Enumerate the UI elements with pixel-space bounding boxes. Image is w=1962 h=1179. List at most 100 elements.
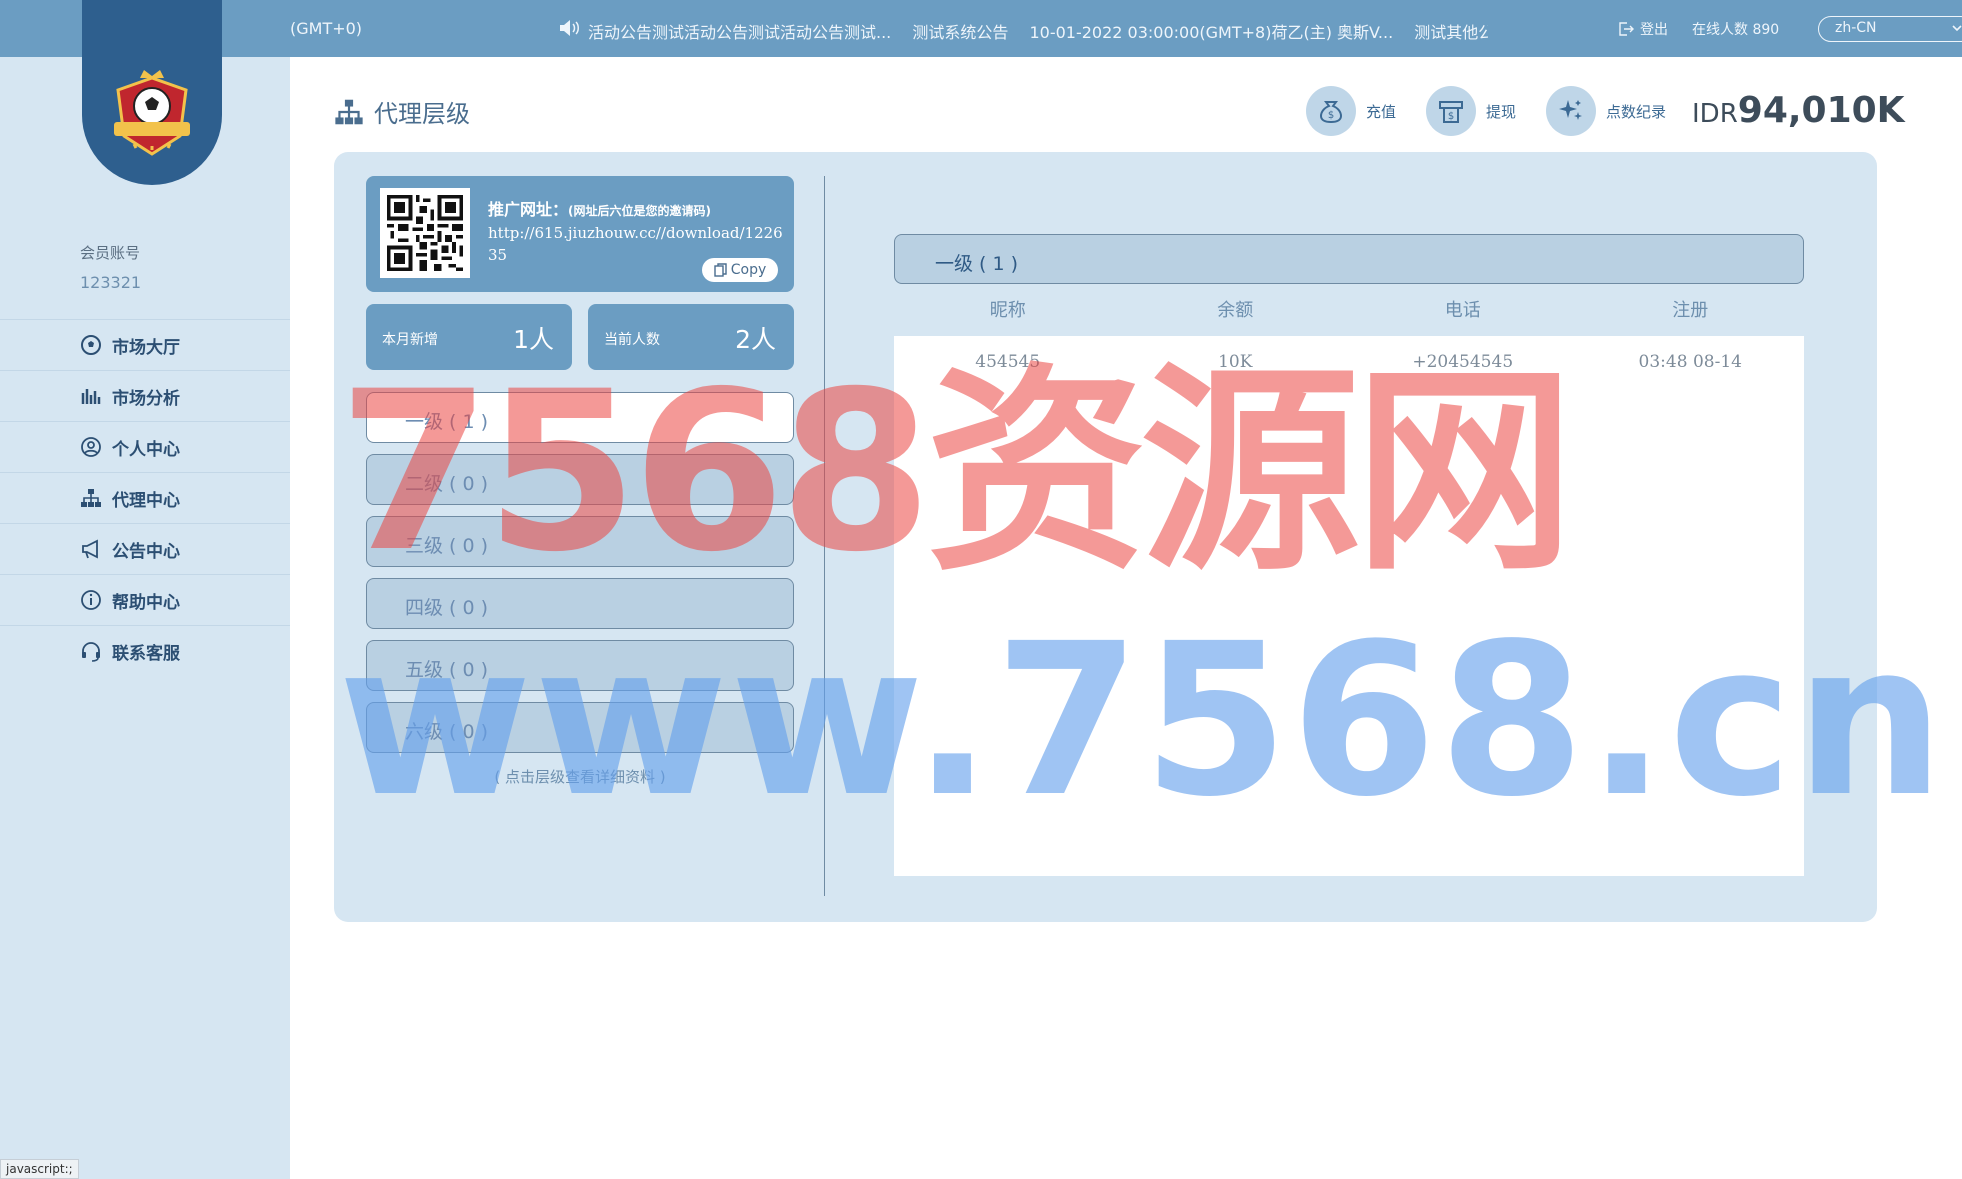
copy-label: Copy [730,262,767,278]
online-count: 在线人数 890 [1692,22,1780,38]
sidebar-item-label: 个人中心 [112,439,180,460]
page-title-text: 代理层级 [374,100,470,128]
soccer-crest-logo-icon [114,70,190,156]
column-balance: 余额 [1217,300,1254,321]
qr-code-icon [387,195,463,271]
table-body: 454545 10K +20454545 03:48 08-14 [894,336,1804,876]
member-account-label: 会员账号 [80,244,141,262]
sidebar-item-help-center[interactable]: 帮助中心 [0,574,290,625]
table-row[interactable]: 454545 10K +20454545 03:48 08-14 [894,336,1804,372]
deposit-label: 充值 [1366,102,1397,121]
svg-text:$: $ [1328,110,1334,121]
announcement-item[interactable]: 10-01-2022 03:00:00(GMT+8)荷乙(主) 奥斯V... [1029,23,1393,42]
promo-title: 推广网址：(网址后六位是您的邀请码) [488,196,711,220]
logout-icon [1619,22,1634,36]
level-6-button[interactable]: 六级 ( 0 ) [366,702,794,753]
table-header: 昵称 余额 电话 注册 [894,296,1804,322]
megaphone-icon [82,539,98,559]
points-record-button[interactable]: 点数纪录 [1546,86,1666,136]
speaker-icon [560,20,579,36]
level-4-button[interactable]: 四级 ( 0 ) [366,578,794,629]
copy-button[interactable]: Copy [702,258,778,282]
top-bar: (GMT+0) 活动公告测试活动公告测试活动公告测试... 测试系统公告 10-… [0,0,1962,57]
account-balance: IDR94,010K [1692,90,1905,131]
stat-current-value: 2人 [735,325,776,354]
bar-chart-icon [81,389,101,404]
cell-balance: 10K [1218,352,1253,372]
promo-subtitle: (网址后六位是您的邀请码) [568,204,711,218]
cell-register: 03:48 08-14 [1638,352,1742,372]
cell-nickname: 454545 [975,352,1041,372]
stat-month-new-value: 1人 [513,325,554,354]
sidebar-item-label: 公告中心 [112,541,180,562]
withdraw-label: 提现 [1486,102,1517,121]
language-select[interactable]: zh-CN [1818,16,1962,42]
promo-title-text: 推广网址： [488,200,569,219]
sidebar: 会员账号 123321 市场大厅 市场分析 个人中心 代理中心 公告中心 帮助中… [0,57,290,1179]
balance-amount: 94,010K [1737,90,1905,131]
withdraw-icon-circle: $ [1426,86,1477,136]
timezone-label: (GMT+0) [290,19,363,38]
stat-current-label: 当前人数 [604,332,660,348]
panel-divider [824,176,825,896]
sidebar-item-label: 市场分析 [112,388,180,409]
balance-currency: IDR [1692,99,1738,129]
sidebar-item-label: 帮助中心 [112,592,180,613]
column-phone: 电话 [1444,300,1481,321]
sidebar-item-market-analysis[interactable]: 市场分析 [0,370,290,421]
announcement-item[interactable]: 测试其他公告 [1414,23,1488,42]
stat-current-count: 当前人数 2人 [588,304,794,370]
withdraw-button[interactable]: $ 提现 [1426,86,1516,136]
sparkle-icon [1559,100,1583,120]
level-3-button[interactable]: 三级 ( 0 ) [366,516,794,567]
headset-icon [82,642,100,662]
sidebar-nav: 市场大厅 市场分析 个人中心 代理中心 公告中心 帮助中心 联系客服 [0,319,290,676]
sidebar-item-personal-center[interactable]: 个人中心 [0,421,290,472]
points-record-label: 点数纪录 [1606,102,1667,121]
agent-hierarchy-panel: 推广网址：(网址后六位是您的邀请码) http://615.jiuzhouw.c… [334,152,1877,922]
promo-link-card: 推广网址：(网址后六位是您的邀请码) http://615.jiuzhouw.c… [366,176,794,292]
sidebar-item-agent-center[interactable]: 代理中心 [0,472,290,523]
hierarchy-icon [335,99,363,124]
announcement-item[interactable]: 测试系统公告 [912,23,1008,42]
column-register: 注册 [1672,300,1709,321]
atm-cash-icon: $ [1439,101,1464,123]
soccer-ball-icon [81,335,101,355]
level-hint: ( 点击层级查看详细资料 ) [494,768,666,786]
level-5-button[interactable]: 五级 ( 0 ) [366,640,794,691]
sidebar-item-label: 市场大厅 [112,337,180,358]
sidebar-item-label: 代理中心 [112,490,180,511]
money-bag-icon: $ [1319,101,1343,124]
logout-button[interactable]: 登出 [1618,19,1668,39]
level-2-button[interactable]: 二级 ( 0 ) [366,454,794,505]
qr-code [380,188,470,278]
brand-logo[interactable] [82,0,222,185]
language-value: zh-CN [1835,20,1877,36]
deposit-button[interactable]: $ 充值 [1306,86,1396,136]
sidebar-item-announcement-center[interactable]: 公告中心 [0,523,290,574]
member-account-id: 123321 [80,273,142,292]
points-icon-circle [1546,86,1597,136]
stat-month-new: 本月新增 1人 [366,304,572,370]
cell-phone: +20454545 [1412,352,1514,372]
sidebar-item-customer-service[interactable]: 联系客服 [0,625,290,676]
logout-label: 登出 [1640,22,1668,38]
page-title: 代理层级 [334,94,470,129]
chevron-down-icon [1952,25,1962,32]
detail-level-header: 一级 ( 1 ) [894,234,1804,284]
announcement-marquee[interactable]: 活动公告测试活动公告测试活动公告测试... 测试系统公告 10-01-2022 … [588,19,1488,43]
copy-icon [714,263,727,277]
deposit-icon-circle: $ [1306,86,1356,136]
announcement-item[interactable]: 活动公告测试活动公告测试活动公告测试... [588,23,891,42]
header-actions: $ 充值 $ 提现 点数纪录 [1306,86,1696,136]
level-1-button[interactable]: 一级 ( 1 ) [366,392,794,443]
stat-month-new-label: 本月新增 [382,332,438,348]
sidebar-item-market-hall[interactable]: 市场大厅 [0,319,290,370]
column-nickname: 昵称 [989,300,1026,321]
member-info: 会员账号 123321 [80,242,141,292]
info-icon [81,590,101,610]
sidebar-item-label: 联系客服 [112,643,180,664]
svg-text:$: $ [1448,111,1454,122]
user-icon [81,437,101,457]
hierarchy-icon [81,489,101,507]
